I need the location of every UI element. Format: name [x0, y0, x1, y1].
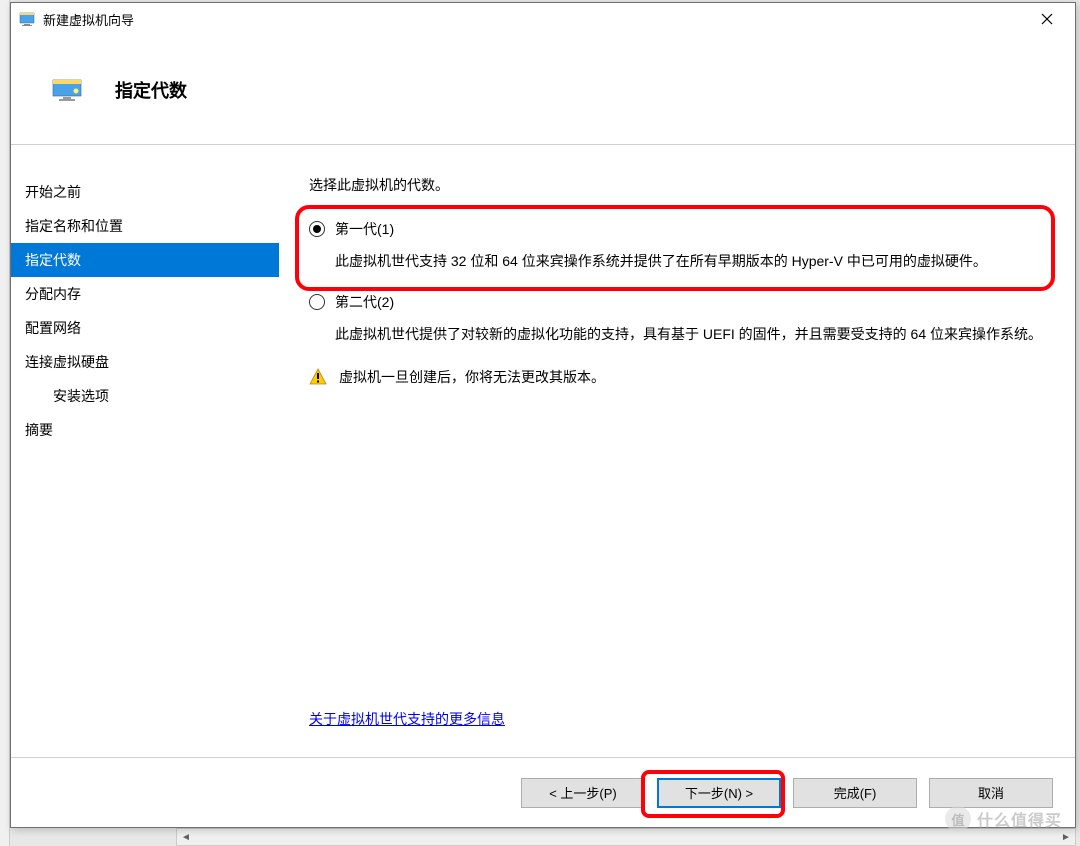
page-title: 指定代数 — [115, 77, 187, 103]
background-scrollbar: ◄ ► — [176, 828, 1076, 846]
annotation-highlight-gen1 — [295, 205, 1055, 291]
warning-row: 虚拟机一旦创建后，你将无法更改其版本。 — [309, 367, 1045, 387]
warning-icon — [309, 368, 327, 386]
step-network[interactable]: 配置网络 — [11, 311, 279, 345]
step-vhd[interactable]: 连接虚拟硬盘 — [11, 345, 279, 379]
radio-gen2-label: 第二代(2) — [335, 292, 394, 312]
watermark-text: 什么值得买 — [977, 807, 1062, 831]
watermark: 值 什么值得买 — [945, 806, 1062, 832]
warning-text: 虚拟机一旦创建后，你将无法更改其版本。 — [339, 367, 605, 387]
header-monitor-icon — [51, 78, 83, 102]
scroll-left-arrow[interactable]: ◄ — [177, 829, 195, 845]
app-icon — [19, 11, 35, 27]
wizard-footer: < 上一步(P) 下一步(N) > 完成(F) 取消 — [11, 757, 1075, 827]
radio-gen2-circle — [309, 294, 325, 310]
step-summary[interactable]: 摘要 — [11, 413, 279, 447]
wizard-steps-sidebar: 开始之前 指定名称和位置 指定代数 分配内存 配置网络 连接虚拟硬盘 安装选项 … — [11, 145, 279, 757]
content-intro: 选择此虚拟机的代数。 — [309, 175, 1045, 195]
generation-1-option: 第一代(1) 此虚拟机世代支持 32 位和 64 位来宾操作系统并提供了在所有早… — [309, 219, 1045, 292]
next-button[interactable]: 下一步(N) > — [657, 778, 781, 808]
generation-2-option: 第二代(2) 此虚拟机世代提供了对较新的虚拟化功能的支持，具有基于 UEFI 的… — [309, 292, 1045, 365]
close-icon — [1041, 13, 1053, 25]
titlebar: 新建虚拟机向导 — [11, 3, 1075, 35]
radio-gen1-label: 第一代(1) — [335, 219, 394, 239]
radio-gen1[interactable]: 第一代(1) — [309, 219, 1045, 239]
wizard-dialog: 新建虚拟机向导 指定代数 开始之前 指定名称和位置 指定代数 分配内存 配置网络… — [10, 2, 1076, 828]
step-before-begin[interactable]: 开始之前 — [11, 175, 279, 209]
wizard-content: 选择此虚拟机的代数。 第一代(1) 此虚拟机世代支持 32 位和 64 位来宾操… — [279, 145, 1075, 757]
radio-gen1-desc: 此虚拟机世代支持 32 位和 64 位来宾操作系统并提供了在所有早期版本的 Hy… — [335, 251, 1045, 272]
close-button[interactable] — [1027, 5, 1067, 33]
step-memory[interactable]: 分配内存 — [11, 277, 279, 311]
prev-button[interactable]: < 上一步(P) — [521, 778, 645, 808]
radio-gen2[interactable]: 第二代(2) — [309, 292, 1045, 312]
radio-gen2-desc: 此虚拟机世代提供了对较新的虚拟化功能的支持，具有基于 UEFI 的固件，并且需要… — [335, 324, 1045, 345]
finish-button[interactable]: 完成(F) — [793, 778, 917, 808]
step-name-location[interactable]: 指定名称和位置 — [11, 209, 279, 243]
radio-gen1-circle — [309, 221, 325, 237]
more-info-link[interactable]: 关于虚拟机世代支持的更多信息 — [309, 709, 505, 729]
window-title: 新建虚拟机向导 — [43, 10, 1027, 29]
step-install-options[interactable]: 安装选项 — [11, 379, 279, 413]
wizard-header: 指定代数 — [11, 35, 1075, 145]
watermark-badge: 值 — [945, 806, 971, 832]
step-generation[interactable]: 指定代数 — [11, 243, 279, 277]
cancel-button[interactable]: 取消 — [929, 778, 1053, 808]
